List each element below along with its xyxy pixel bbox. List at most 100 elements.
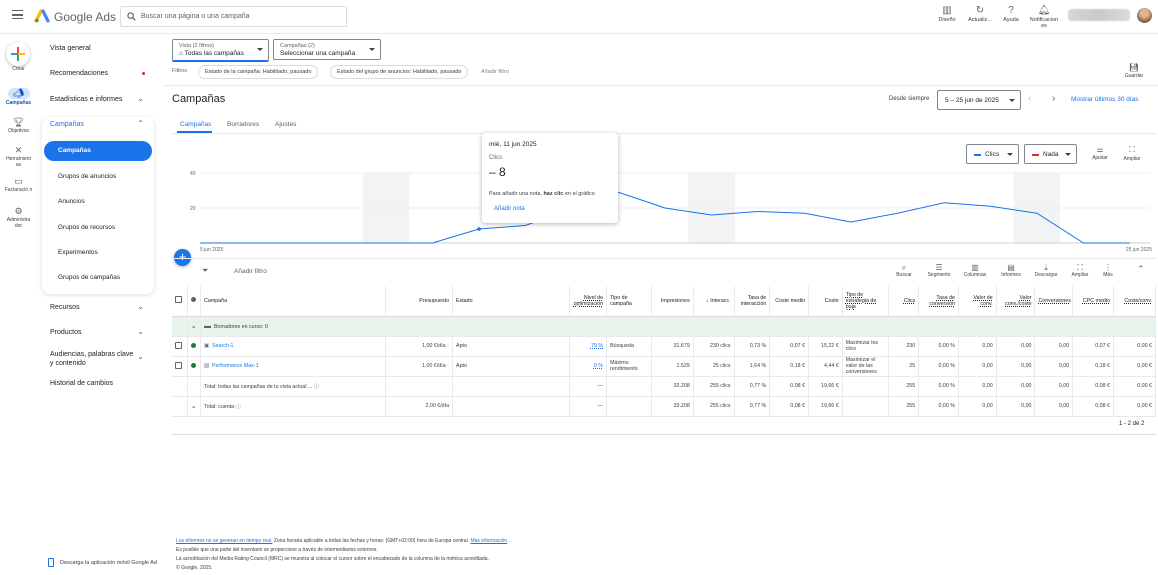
metric1-dropdown[interactable]: Clics	[966, 144, 1019, 164]
select-all-checkbox[interactable]	[172, 286, 188, 317]
tool-download[interactable]: ⤓ Descargar	[1031, 263, 1061, 278]
nav-estadisticas[interactable]: Estadísticas e informes	[50, 96, 122, 103]
add-filter-link[interactable]: Añadir filtro	[481, 69, 509, 75]
campaign-name-cell[interactable]: ▨ Performance Max-1	[200, 356, 386, 377]
filter-chip-adgroup-status[interactable]: Estado del grupo de anuncios: Habilitado…	[330, 65, 469, 79]
col-conversiones[interactable]: Conversiones	[1034, 286, 1074, 317]
view-dropdown[interactable]: Vista (2 filtros) ⌂ Todas las campañas	[172, 39, 269, 62]
tool-more[interactable]: ⋮ Más	[1093, 263, 1123, 278]
tool-expand[interactable]: ⛶ Ampliar	[1065, 263, 1095, 278]
add-note-link[interactable]: Añadir nota	[494, 206, 525, 212]
table-row[interactable]: ▣ Search-1 1,00 €/día ▫ Apto 79 % Búsque…	[172, 336, 1156, 357]
rail-item-billing[interactable]: ▭ Facturació n	[0, 176, 37, 193]
nav-vista-general[interactable]: Vista general	[50, 45, 91, 52]
nav-historial[interactable]: Historial de cambios	[50, 380, 113, 387]
last-30-days-link[interactable]: Mostrar últimos 30 días	[1071, 96, 1139, 103]
nav-sub-grupos-anuncios[interactable]: Grupos de anuncios	[58, 173, 116, 180]
refresh-button[interactable]: ↻ Actualiz...	[963, 5, 997, 23]
optimization-cell[interactable]: 79 %	[569, 336, 608, 357]
help-icon[interactable]: ⓘ	[314, 384, 319, 390]
expand-drafts-icon[interactable]: ⌄	[187, 316, 202, 337]
col-estrategia-puja[interactable]: Tipo de estrategia de puja	[842, 286, 889, 317]
notifications-button[interactable]: 🔔︎ Notificacion es	[1027, 5, 1061, 29]
col-presupuesto[interactable]: Presupuesto	[385, 286, 454, 317]
nav-sub-grupos-recursos[interactable]: Grupos de recursos	[58, 224, 115, 231]
clicks-line-chart[interactable]: 40 20 5 jun 2025 25 jun 2025	[172, 163, 1158, 256]
col-interacciones[interactable]: ↓ Interacc.	[693, 286, 735, 317]
chevron-down-icon[interactable]: ⌄	[137, 352, 144, 361]
drafts-row[interactable]: ⌄ ▬ Borradores en curso: 0	[172, 316, 1156, 337]
optimization-link[interactable]: 79 %	[591, 343, 603, 349]
nav-sub-anuncios[interactable]: Anuncios	[58, 198, 85, 205]
budget-cell[interactable]: 1,00 €/día ▫	[385, 336, 454, 357]
col-tasa-interaccion[interactable]: Tasa de interacción	[734, 286, 771, 317]
chevron-down-icon[interactable]: ⌄	[137, 302, 144, 311]
nav-sub-grupos-campanas[interactable]: Grupos de campañas	[58, 274, 120, 281]
help-icon[interactable]: ⓘ	[236, 404, 241, 410]
account-id-blurred[interactable]	[1068, 9, 1130, 21]
realtime-link[interactable]: Los informes no se generan en tiempo rea…	[176, 538, 272, 544]
rail-item-campaigns[interactable]: 📣︎ Campañas	[0, 88, 37, 106]
col-impresiones[interactable]: Impresiones	[651, 286, 694, 317]
strategy-link[interactable]: Maximizar el valor de las conversiones	[842, 356, 889, 377]
tool-reports[interactable]: ▤ Informes	[996, 263, 1026, 278]
menu-icon[interactable]	[12, 10, 23, 19]
rail-item-goals[interactable]: 🏆︎ Objetivos	[0, 117, 37, 134]
layout-button[interactable]: ▥ Diseño	[930, 5, 964, 23]
col-valor-conv[interactable]: Valor de conv.	[958, 286, 997, 317]
chevron-down-icon[interactable]: ⌄	[137, 94, 144, 103]
col-valor-conv-coste[interactable]: Valor conv./coste	[996, 286, 1036, 317]
nav-productos[interactable]: Productos	[50, 329, 82, 336]
date-range-dropdown[interactable]: 5 – 25 jun de 2025	[937, 90, 1021, 110]
col-cpc-medio[interactable]: CPC medio	[1072, 286, 1114, 317]
metric2-dropdown[interactable]: Nada	[1024, 144, 1077, 164]
col-nivel-optimizacion[interactable]: Nivel de optimización	[569, 286, 608, 317]
adjust-button[interactable]: ⚌ Ajustar	[1089, 145, 1111, 161]
campaign-dropdown[interactable]: Campañas (2) Seleccionar una campaña	[273, 39, 381, 60]
col-coste-medio[interactable]: Coste medio	[769, 286, 810, 317]
edit-icon[interactable]: ▫	[447, 363, 449, 369]
filter-chip-campaign-status[interactable]: Estado de la campaña: Habilitado, pausad…	[198, 65, 319, 79]
col-tasa-conversion[interactable]: Tasa de conversión	[918, 286, 959, 317]
budget-cell[interactable]: 1,00 €/día ▫	[385, 356, 454, 377]
nav-sub-campanas[interactable]: Campañas	[58, 147, 91, 154]
row-status[interactable]	[187, 336, 202, 357]
row-checkbox[interactable]	[172, 336, 188, 357]
nav-recomendaciones[interactable]: Recomendaciones	[50, 70, 108, 77]
avatar[interactable]	[1137, 8, 1152, 23]
tool-search[interactable]: ⌕ Buscar	[889, 263, 919, 278]
nav-recursos[interactable]: Recursos	[50, 304, 80, 311]
save-button[interactable]: 💾︎ Guardar	[1124, 63, 1144, 79]
more-info-link[interactable]: Más información	[470, 538, 507, 544]
col-clics[interactable]: Clics	[888, 286, 920, 317]
col-coste-conv[interactable]: Coste/conv.	[1113, 286, 1156, 317]
create-button[interactable]	[6, 42, 30, 66]
strategy-link[interactable]: Maximizar los clics	[842, 336, 889, 357]
help-button[interactable]: ? Ayuda	[994, 5, 1028, 23]
campaign-name-cell[interactable]: ▣ Search-1	[200, 336, 386, 357]
campaign-link[interactable]: Performance Max-1	[212, 363, 259, 369]
nav-audiencias[interactable]: Audiencias, palabras clave y contenido	[50, 350, 138, 368]
col-tipo-campana[interactable]: Tipo de campaña	[606, 286, 652, 317]
prev-period-icon[interactable]: ‹	[1028, 93, 1031, 104]
tab-campanas[interactable]: Campañas	[180, 121, 211, 128]
row-status[interactable]	[187, 356, 202, 377]
mobile-app-link[interactable]: Descarga la aplicación móvil Google Ad	[60, 560, 164, 566]
tool-columns[interactable]: ▥ Columnas	[960, 263, 990, 278]
col-campana[interactable]: Campaña	[200, 286, 386, 317]
collapse-icon[interactable]: ⌃	[1137, 264, 1145, 275]
rail-item-admin[interactable]: ⚙ Administra dor	[0, 206, 37, 229]
table-add-filter[interactable]: Añadir filtro	[234, 268, 267, 275]
col-estado[interactable]: Estado	[452, 286, 571, 317]
nav-campanas[interactable]: Campañas	[50, 121, 84, 128]
tab-ajustes[interactable]: Ajustes	[275, 121, 296, 128]
expand-chart-button[interactable]: ⛶ Ampliar	[1121, 145, 1143, 162]
chevron-down-icon[interactable]: ⌄	[137, 327, 144, 336]
col-coste[interactable]: Coste	[808, 286, 843, 317]
chevron-up-icon[interactable]: ⌃	[137, 119, 144, 128]
next-period-icon[interactable]: ›	[1052, 93, 1055, 104]
optimization-cell[interactable]: 0 %	[569, 356, 608, 377]
filter-funnel-icon[interactable]: ⏷	[202, 266, 208, 276]
table-row[interactable]: ▨ Performance Max-1 1,00 €/día ▫ Apto 0 …	[172, 356, 1156, 377]
optimization-link[interactable]: 0 %	[594, 363, 603, 369]
